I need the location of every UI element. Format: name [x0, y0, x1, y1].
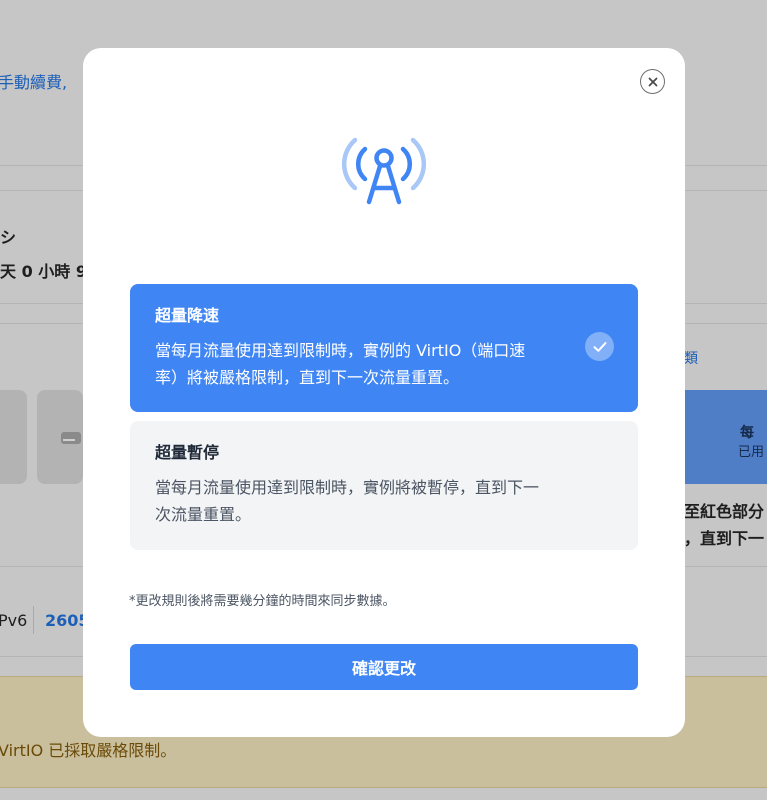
bg-ip-separator: [33, 606, 34, 634]
close-button[interactable]: [640, 69, 665, 94]
option-description: 當每月流量使用達到限制時，實例將被暫停，直到下一次流量重置。: [155, 478, 540, 524]
traffic-rule-modal: 超量降速 當每月流量使用達到限制時，實例的 VirtIO（端口速率）將被嚴格限制…: [83, 48, 685, 737]
bg-ip-label: Pv6: [0, 611, 28, 630]
close-icon: [648, 77, 657, 86]
bg-disk-tile: [37, 390, 83, 484]
bg-heading-fragment: シ: [0, 228, 17, 247]
bg-link-fragment: 類: [684, 351, 698, 367]
sync-footnote: *更改規則後將需要幾分鐘的時間來同步數據。: [129, 594, 396, 609]
confirm-change-button[interactable]: 確認更改: [130, 644, 638, 690]
broadcast-tower-icon: [341, 137, 427, 205]
disk-icon: [61, 432, 81, 444]
selected-check-badge: [585, 332, 614, 361]
option-overage-throttle[interactable]: 超量降速 當每月流量使用達到限制時，實例的 VirtIO（端口速率）將被嚴格限制…: [130, 284, 638, 412]
option-description: 當每月流量使用達到限制時，實例的 VirtIO（端口速率）將被嚴格限制，直到下一…: [155, 341, 526, 387]
bg-warning-text: VirtIO 已採取嚴格限制。: [0, 741, 177, 760]
option-title: 超量暫停: [155, 443, 220, 462]
bg-note-line: ，直到下一: [684, 529, 765, 548]
bg-usage-box: 每 已用: [684, 390, 767, 484]
option-title: 超量降速: [155, 306, 220, 325]
bg-tile: [0, 390, 27, 484]
option-overage-suspend[interactable]: 超量暫停 當每月流量使用達到限制時，實例將被暫停，直到下一次流量重置。: [130, 421, 638, 550]
check-icon: [593, 341, 606, 352]
bg-renew-text: 手動續費,: [0, 73, 68, 92]
bg-note-line: 至紅色部分: [684, 502, 765, 521]
bg-remaining-time: 天 0 小時 9: [0, 262, 87, 281]
